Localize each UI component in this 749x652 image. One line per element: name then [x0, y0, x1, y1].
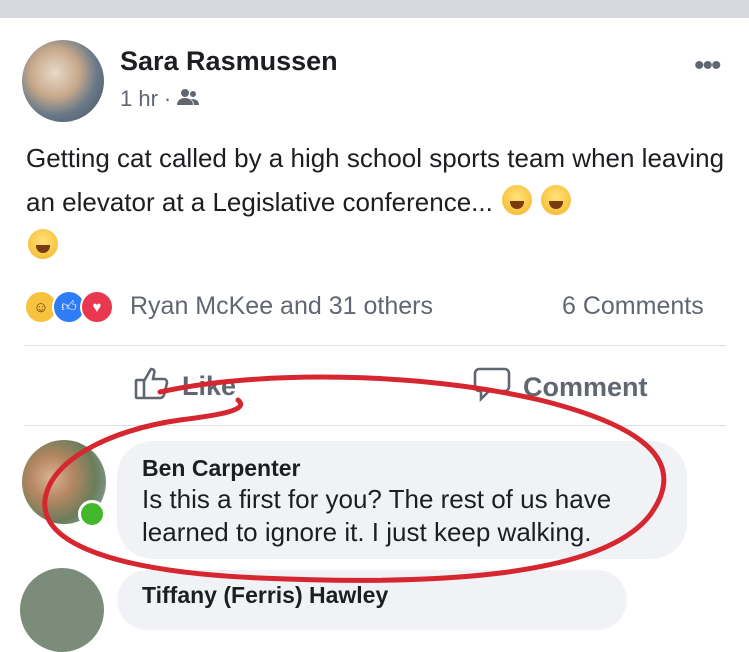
like-button[interactable]: Like: [134, 366, 236, 407]
post-body: Getting cat called by a high school spor…: [26, 136, 726, 268]
like-label: Like: [182, 371, 237, 401]
next-commenter-name[interactable]: Tiffany (Ferris) Hawley: [142, 582, 388, 609]
comments-count[interactable]: 6 Comments: [562, 292, 704, 321]
comment-text: Is this a first for you? The rest of us …: [142, 484, 612, 547]
online-status-icon: [78, 500, 106, 528]
love-reaction-icon: ♥: [80, 290, 114, 324]
laughing-emoji-icon: [502, 185, 533, 215]
post-time[interactable]: 1 hr: [120, 86, 158, 112]
comment-bubble-icon: [473, 366, 511, 409]
more-horizontal-icon[interactable]: •••: [694, 51, 721, 81]
top-separator-bar: [0, 0, 749, 18]
author-name[interactable]: Sara Rasmussen: [120, 46, 338, 77]
laughing-emoji-icon: [541, 185, 572, 215]
commenter-name[interactable]: Ben Carpenter: [142, 455, 300, 482]
comment-label: Comment: [523, 372, 648, 402]
post-meta: 1 hr ·: [120, 86, 200, 112]
next-commenter-avatar[interactable]: [20, 568, 104, 652]
divider: [24, 345, 726, 346]
divider: [24, 425, 726, 426]
post-text: Getting cat called by a high school spor…: [26, 143, 725, 217]
comment-button[interactable]: Comment: [473, 366, 648, 409]
thumbs-up-icon: [134, 366, 170, 407]
author-avatar[interactable]: [22, 40, 104, 122]
friends-icon: [177, 86, 200, 112]
reaction-icons[interactable]: ☺ 👍︎ ♥: [24, 290, 114, 324]
meta-separator: ·: [163, 86, 172, 111]
laughing-emoji-icon: [28, 229, 58, 259]
reaction-summary[interactable]: Ryan McKee and 31 others: [130, 292, 433, 321]
